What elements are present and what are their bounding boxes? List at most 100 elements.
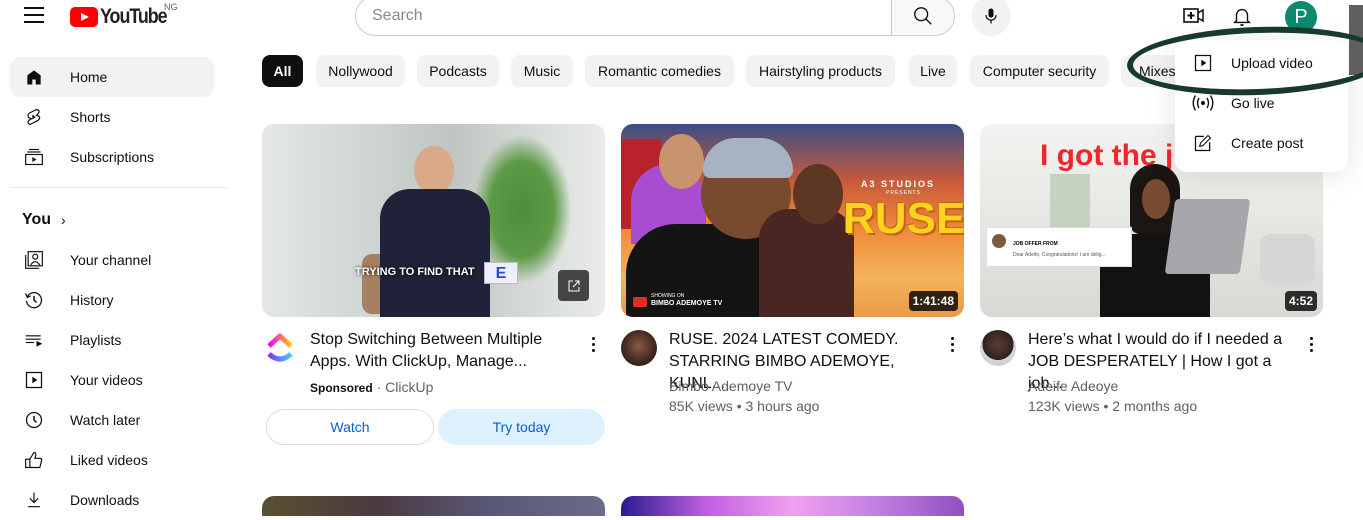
menu-item-upload-video[interactable]: Upload video — [1175, 43, 1348, 83]
chip-nollywood[interactable]: Nollywood — [316, 55, 405, 87]
chip-live[interactable]: Live — [909, 55, 957, 87]
channel-watermark: BIMBO ADEMOYE TV — [651, 300, 723, 307]
video-duration: 1:41:48 — [908, 291, 958, 311]
actor2-head — [793, 164, 843, 224]
liked-videos-icon — [24, 450, 44, 470]
showing-on-text: SHOWING ON — [651, 293, 685, 299]
sidebar-item-playlists[interactable]: Playlists — [10, 320, 214, 360]
chip-music[interactable]: Music — [511, 55, 573, 87]
video-title[interactable]: Stop Switching Between Multiple Apps. Wi… — [310, 329, 582, 373]
chevron-right-icon: › — [61, 212, 66, 228]
actor-cap — [703, 138, 793, 178]
sponsored-label: Sponsored — [310, 381, 373, 395]
you-title: You — [22, 211, 52, 228]
upload-age: 3 hours ago — [745, 398, 820, 414]
ad-meta: Sponsored · ClickUp — [310, 377, 433, 398]
person-head — [414, 146, 454, 194]
chip-mixes[interactable]: Mixes — [1121, 55, 1181, 87]
country-code: NG — [164, 2, 178, 12]
channel-name[interactable]: Adeife Adeoye — [1028, 376, 1118, 396]
sidebar-divider — [10, 187, 227, 188]
sidebar-item-label: Shorts — [70, 109, 111, 125]
view-count: 85K views — [669, 398, 733, 414]
create-button[interactable] — [1181, 4, 1207, 28]
video-card: A3 STUDIOS PRESENTS RUSE SHOWING ON BIMB… — [621, 124, 964, 414]
email-card: JOB OFFER FROM Dear Adeife, Congratulati… — [986, 227, 1132, 267]
video-stats: 123K views • 2 months ago — [1028, 396, 1197, 416]
you-section-header[interactable]: You › — [22, 211, 66, 229]
upload-age: 2 months ago — [1112, 398, 1198, 414]
bell-icon — [1233, 8, 1251, 27]
video-thumbnail[interactable]: A3 STUDIOS PRESENTS RUSE SHOWING ON BIMB… — [621, 124, 964, 317]
watch-later-icon — [24, 410, 44, 430]
clickup-icon — [267, 333, 293, 362]
watch-button[interactable]: Watch — [266, 409, 434, 445]
sidebar-item-home[interactable]: Home — [10, 57, 214, 97]
video-thumbnail-row2[interactable] — [621, 496, 964, 516]
email-body: Dear Adeife, Congratulations! I am delig… — [1013, 252, 1106, 258]
email-avatar — [992, 234, 1006, 248]
menu-icon[interactable] — [24, 7, 44, 23]
sidebar-item-label: History — [70, 292, 114, 308]
voice-search-button[interactable] — [971, 0, 1011, 36]
more-vert-icon — [950, 342, 954, 346]
your-videos-icon — [24, 370, 44, 390]
sidebar-item-label: Your channel — [70, 252, 152, 268]
sidebar-item-subscriptions[interactable]: Subscriptions — [10, 137, 214, 177]
chip-hairstyling-products[interactable]: Hairstyling products — [746, 55, 895, 87]
channel-name[interactable]: Bimbo Ademoye TV — [669, 376, 792, 396]
account-avatar[interactable]: P — [1285, 1, 1317, 33]
studio-text: A3 STUDIOS — [861, 179, 936, 189]
chip-podcasts[interactable]: Podcasts — [417, 55, 499, 87]
go-live-icon — [1191, 91, 1215, 115]
scrollbar-thumb[interactable] — [1349, 5, 1363, 75]
chip-computer-security[interactable]: Computer security — [970, 55, 1109, 87]
sidebar-item-label: Playlists — [70, 332, 122, 348]
chip-romantic-comedies[interactable]: Romantic comedies — [585, 55, 734, 87]
sidebar-item-label: Home — [70, 69, 108, 85]
sidebar-item-liked-videos[interactable]: Liked videos — [10, 440, 214, 480]
video-thumbnail-row2[interactable] — [262, 496, 605, 516]
home-icon — [24, 67, 44, 87]
email-subject: JOB OFFER FROM — [1013, 241, 1058, 247]
person-body — [380, 189, 490, 317]
youtube-play-logo-icon — [70, 7, 98, 27]
video-card-ad: TRYING TO FIND THAT E Stop Switching Bet… — [262, 124, 605, 445]
youtube-logo[interactable]: YouTube — [70, 5, 178, 29]
meta-separator: · — [376, 379, 386, 395]
sidebar-item-your-videos[interactable]: Your videos — [10, 360, 214, 400]
video-thumbnail[interactable]: TRYING TO FIND THAT E — [262, 124, 605, 317]
actress-head — [659, 134, 704, 189]
search-button[interactable] — [891, 0, 955, 36]
open-external-button[interactable] — [558, 270, 589, 301]
channel-name[interactable]: ClickUp — [385, 379, 433, 395]
more-options-button[interactable] — [581, 332, 605, 356]
sidebar-item-watch-later[interactable]: Watch later — [10, 400, 214, 440]
menu-item-create-post[interactable]: Create post — [1175, 123, 1348, 163]
menu-item-go-live[interactable]: Go live — [1175, 83, 1348, 123]
notifications-button[interactable] — [1229, 3, 1255, 29]
sidebar-item-label: Liked videos — [70, 452, 148, 468]
more-vert-icon — [591, 342, 595, 346]
clickup-logo[interactable] — [262, 330, 298, 366]
channel-avatar[interactable] — [980, 330, 1016, 366]
woman-face — [1142, 179, 1170, 219]
sidebar-item-your-channel[interactable]: Your channel — [10, 240, 214, 280]
more-options-button[interactable] — [1299, 332, 1323, 356]
chip-all[interactable]: All — [262, 55, 303, 87]
microphone-icon — [985, 8, 997, 24]
try-today-button[interactable]: Try today — [438, 409, 605, 445]
more-options-button[interactable] — [940, 332, 964, 356]
create-menu: Upload video Go live Create post — [1175, 40, 1348, 172]
sidebar-item-history[interactable]: History — [10, 280, 214, 320]
search-field[interactable] — [355, 0, 892, 36]
channel-avatar[interactable] — [621, 330, 657, 366]
downloads-icon — [24, 490, 44, 510]
sidebar-item-shorts[interactable]: Shorts — [10, 97, 214, 137]
create-video-icon — [1183, 8, 1204, 23]
thumbnail-caption: TRYING TO FIND THAT — [355, 266, 475, 278]
laptop-shape — [1164, 199, 1251, 274]
sidebar-item-downloads[interactable]: Downloads — [10, 480, 214, 520]
playlists-icon — [24, 330, 44, 350]
search-input[interactable] — [372, 7, 892, 25]
